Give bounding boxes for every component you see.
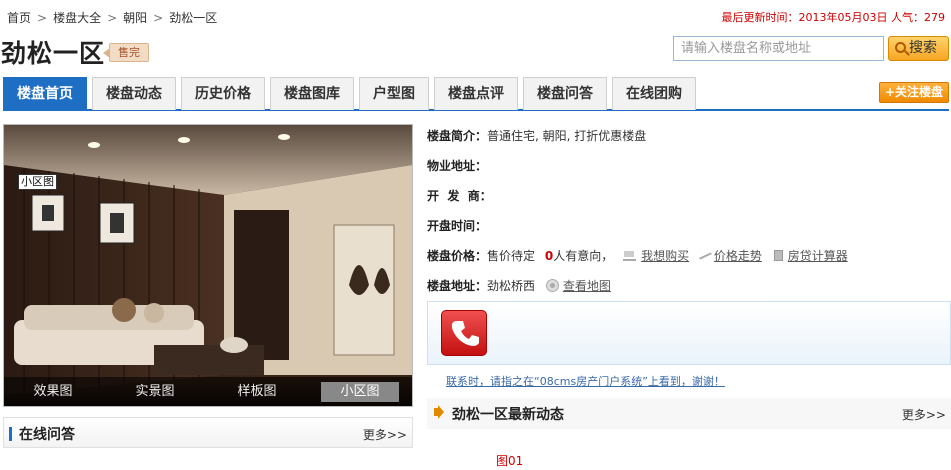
section-accent-bar: [9, 427, 12, 441]
qa-more-link[interactable]: 更多>>: [363, 426, 407, 443]
news-section-header: 劲松一区最新动态 更多>>: [427, 398, 951, 429]
photo-tab-community[interactable]: 小区图: [321, 382, 399, 402]
info-opening-label: 开盘时间：: [427, 219, 488, 233]
qa-section-title: 在线问答: [19, 427, 75, 443]
breadcrumb-separator: >: [37, 11, 48, 25]
map-pin-icon: [546, 280, 558, 291]
info-opening: 开盘时间：: [427, 217, 487, 235]
breadcrumb-district[interactable]: 朝阳: [123, 11, 147, 25]
tab-news[interactable]: 楼盘动态: [92, 77, 176, 110]
want-buy-link[interactable]: 我想购买: [641, 249, 689, 263]
photo-tab-rendering[interactable]: 效果图: [14, 382, 92, 402]
tab-floor-plans[interactable]: 户型图: [359, 77, 429, 110]
search-icon: [895, 42, 906, 53]
breadcrumb-separator: >: [107, 11, 118, 25]
qa-section-header: 在线问答 更多>>: [3, 417, 413, 448]
phone-icon[interactable]: [441, 310, 487, 356]
update-label: 最后更新时间：: [721, 11, 799, 24]
tab-qa[interactable]: 楼盘问答: [523, 77, 607, 110]
info-address: 物业地址：: [427, 157, 487, 175]
tab-reviews[interactable]: 楼盘点评: [434, 77, 518, 110]
photo-tab-model[interactable]: 样板图: [218, 382, 296, 402]
main-tabs: 楼盘首页 楼盘动态 历史价格 楼盘图库 户型图 楼盘点评 楼盘问答 在线团购 +…: [3, 76, 949, 111]
info-location-label: 楼盘地址：: [427, 279, 488, 293]
info-price-value: 售价待定: [487, 249, 536, 263]
info-intro-value: 普通住宅, 朝阳, 打折优惠楼盘: [487, 129, 647, 143]
status-badge: 售完: [103, 43, 149, 62]
info-location: 楼盘地址：劲松桥西 查看地图: [427, 277, 611, 295]
tab-group-buy[interactable]: 在线团购: [612, 77, 696, 110]
tab-home[interactable]: 楼盘首页: [3, 77, 87, 110]
info-intro-label: 楼盘简介：: [427, 129, 488, 143]
info-address-label: 物业地址：: [427, 159, 488, 173]
page-title: 劲松一区: [1, 39, 106, 68]
info-developer-label: 开 发 商：: [427, 189, 492, 203]
trend-icon: [699, 250, 712, 261]
info-location-value: 劲松桥西: [487, 279, 536, 293]
photo-tab-real[interactable]: 实景图: [116, 382, 194, 402]
price-trend-link[interactable]: 价格走势: [714, 249, 762, 263]
update-info: 最后更新时间：2013年05月03日 人气：279: [722, 9, 946, 25]
search-input[interactable]: 请输入楼盘名称或地址: [673, 36, 884, 61]
breadcrumb-current: 劲松一区: [169, 11, 218, 25]
cart-icon: [623, 250, 637, 261]
photo-viewer: 小区图 效果图 实景图 样板图 小区图: [3, 124, 413, 407]
follow-property-button[interactable]: +关注楼盘: [879, 82, 949, 103]
info-price-label: 楼盘价格：: [427, 249, 488, 263]
figure-caption: 图01: [496, 454, 524, 468]
update-date: 2013年05月03日: [798, 11, 888, 24]
search-button[interactable]: 搜索: [888, 36, 949, 61]
speaker-icon: [434, 405, 444, 419]
contact-phone-box: [427, 301, 951, 365]
loan-calculator-link[interactable]: 房贷计算器: [788, 249, 848, 263]
search-button-label: 搜索: [909, 40, 937, 56]
intent-suffix: 人有意向，: [553, 249, 614, 263]
breadcrumb-property-list[interactable]: 楼盘大全: [53, 11, 101, 25]
info-price: 楼盘价格：售价待定 0人有意向， 我想购买 价格走势 房贷计算器: [427, 247, 848, 265]
tab-price-history[interactable]: 历史价格: [181, 77, 265, 110]
calculator-icon: [773, 250, 783, 261]
popularity-count: 279: [924, 11, 945, 24]
tab-gallery[interactable]: 楼盘图库: [270, 77, 354, 110]
view-map-link[interactable]: 查看地图: [563, 279, 611, 293]
breadcrumb-separator: >: [153, 11, 164, 25]
property-photo[interactable]: [4, 125, 412, 406]
contact-notice[interactable]: 联系时，请指之在“08cms房产门户系统”上看到，谢谢！: [446, 373, 725, 389]
popularity-label: 人气：: [891, 11, 924, 24]
breadcrumb: 首页 > 楼盘大全 > 朝阳 > 劲松一区: [7, 9, 217, 26]
info-intro: 楼盘简介：普通住宅, 朝阳, 打折优惠楼盘: [427, 127, 646, 145]
breadcrumb-home[interactable]: 首页: [7, 11, 31, 25]
intent-count: 0: [544, 249, 554, 263]
news-section-title: 劲松一区最新动态: [452, 407, 564, 423]
news-more-link[interactable]: 更多>>: [902, 406, 946, 423]
info-developer: 开 发 商：: [427, 187, 492, 205]
photo-tabs: 效果图 实景图 样板图 小区图: [4, 377, 412, 406]
photo-category-label: 小区图: [18, 174, 57, 190]
